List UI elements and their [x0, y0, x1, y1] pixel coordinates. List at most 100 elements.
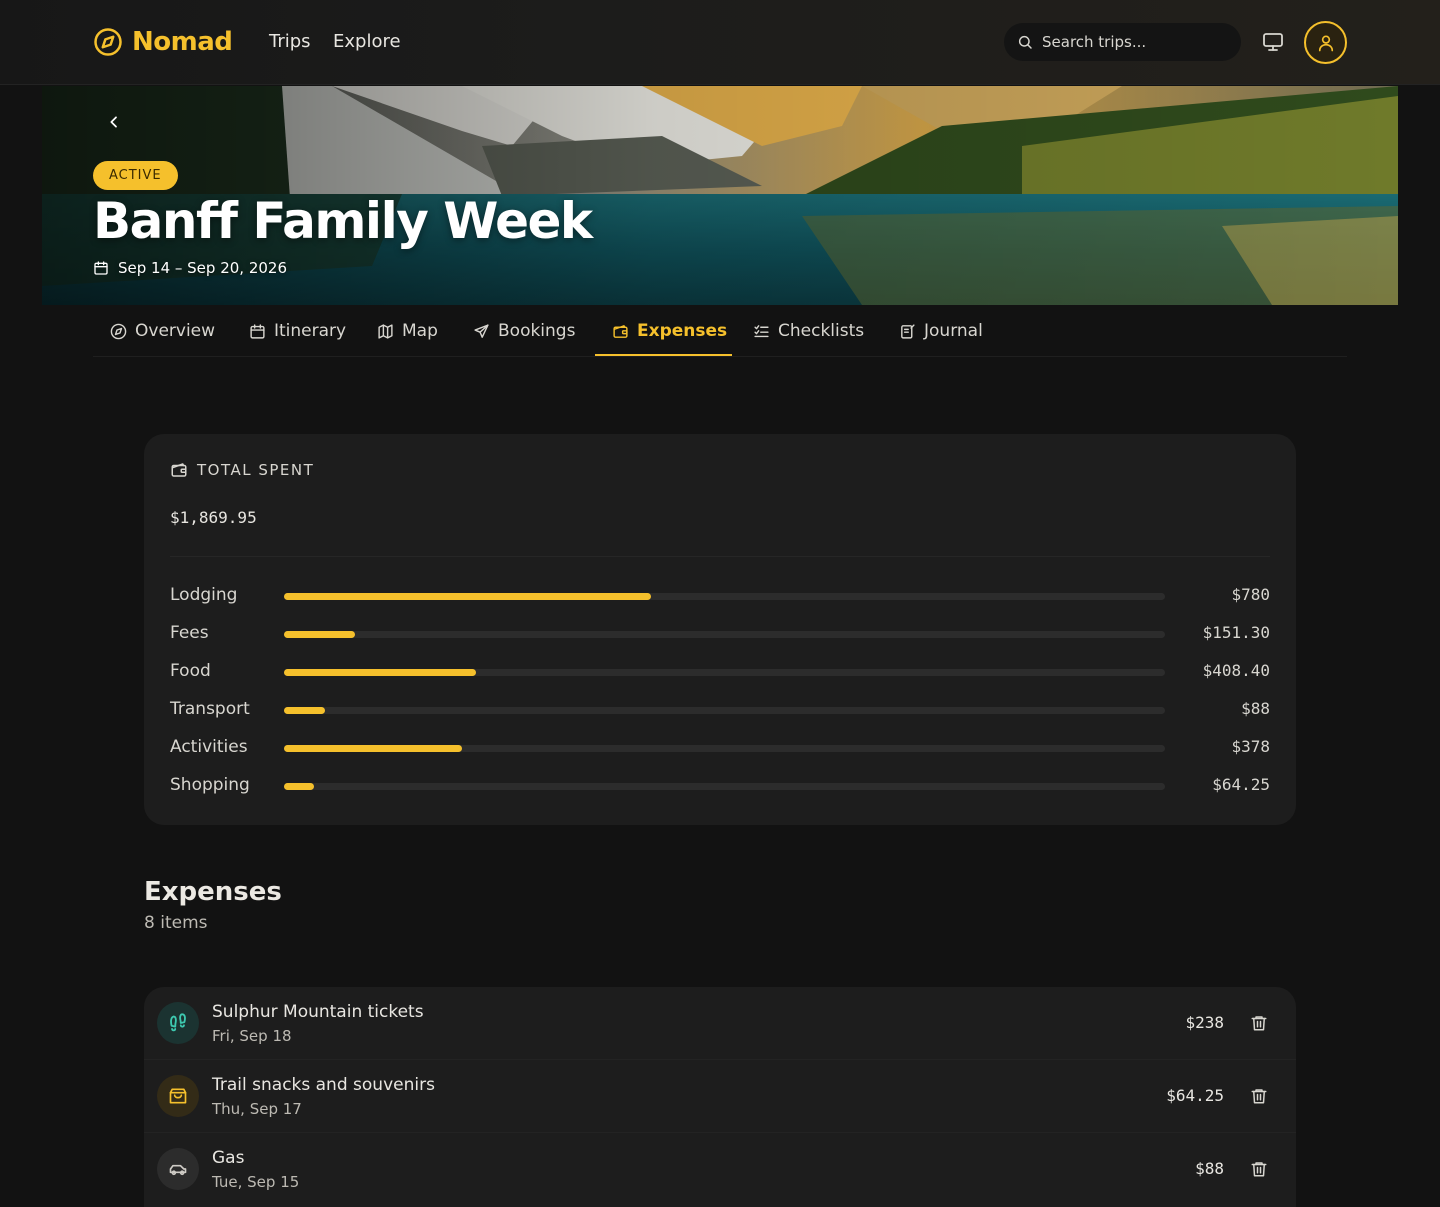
expenses-section-title: Expenses — [144, 877, 282, 907]
expense-amount: $64.25 — [1166, 1086, 1224, 1105]
category-bar-track — [284, 745, 1165, 752]
tab-label: Map — [402, 321, 438, 341]
category-name: Fees — [170, 623, 209, 643]
trash-icon — [1251, 1016, 1267, 1031]
trash-icon — [1251, 1162, 1267, 1177]
nav-link-trips[interactable]: Trips — [269, 31, 311, 52]
category-bar-fill — [284, 631, 356, 638]
trip-tabs: Overview Itinerary Map Bookings Expenses… — [93, 305, 1347, 357]
total-spent-label: TOTAL SPENT — [197, 461, 315, 479]
tab-journal[interactable]: Journal — [899, 305, 983, 357]
tab-label: Journal — [924, 321, 983, 341]
category-bar-fill — [284, 707, 326, 714]
expense-row[interactable]: Sulphur Mountain tickets Fri, Sep 18 $23… — [144, 987, 1296, 1060]
expense-name: Trail snacks and souvenirs — [212, 1075, 435, 1095]
category-bar-track — [284, 593, 1165, 600]
search-icon — [1018, 35, 1032, 49]
category-row-lodging: Lodging $780 — [170, 584, 1270, 608]
display-mode-button[interactable] — [1261, 31, 1285, 53]
expense-row[interactable]: Trail snacks and souvenirs Thu, Sep 17 $… — [144, 1060, 1296, 1133]
category-name: Lodging — [170, 585, 238, 605]
map-icon — [378, 323, 393, 339]
expense-row[interactable]: Gas Tue, Sep 15 $88 — [144, 1133, 1296, 1206]
tab-checklists[interactable]: Checklists — [753, 305, 864, 357]
journal-icon — [901, 323, 915, 339]
category-row-transport: Transport $88 — [170, 698, 1270, 722]
total-spent-card: TOTAL SPENT $1,869.95 Lodging $780 Fees … — [144, 434, 1296, 825]
tab-map[interactable]: Map — [377, 305, 438, 357]
category-amount: $408.40 — [1202, 661, 1270, 680]
expense-category-icon — [157, 1002, 199, 1044]
category-amount: $378 — [1231, 737, 1270, 756]
category-bar-fill — [284, 745, 463, 752]
tab-label: Expenses — [637, 321, 728, 341]
category-amount: $780 — [1231, 585, 1270, 604]
active-tab-indicator — [595, 354, 732, 356]
checklist-icon — [754, 324, 769, 337]
calendar-icon — [250, 323, 265, 339]
user-icon — [1318, 35, 1333, 51]
expense-name: Gas — [212, 1148, 245, 1168]
top-bar: Nomad Trips Explore — [0, 0, 1440, 85]
expenses-count: 8 items — [144, 913, 208, 933]
category-row-food: Food $408.40 — [170, 660, 1270, 684]
expense-category-icon — [157, 1075, 199, 1117]
trip-status-badge: ACTIVE — [93, 161, 178, 190]
nav-link-explore[interactable]: Explore — [333, 31, 401, 52]
compass-icon — [94, 28, 122, 56]
tab-overview[interactable]: Overview — [110, 305, 215, 357]
expense-amount: $238 — [1185, 1013, 1224, 1032]
total-spent-amount: $1,869.95 — [170, 508, 257, 527]
category-name: Shopping — [170, 775, 250, 795]
delete-expense-button[interactable] — [1250, 1159, 1268, 1179]
wallet-icon — [613, 324, 628, 338]
wallet-icon — [171, 463, 187, 477]
category-bar-fill — [284, 783, 315, 790]
delete-expense-button[interactable] — [1250, 1013, 1268, 1033]
trip-hero-banner: ACTIVE Banff Family Week Sep 14 – Sep 20… — [42, 86, 1398, 305]
expenses-list: Sulphur Mountain tickets Fri, Sep 18 $23… — [144, 987, 1296, 1207]
search-input[interactable] — [1042, 33, 1222, 51]
search-box[interactable] — [1004, 23, 1241, 61]
shopping-bag-icon — [169, 1088, 187, 1104]
category-amount: $88 — [1241, 699, 1270, 718]
expense-date: Tue, Sep 15 — [212, 1173, 300, 1191]
footprints-icon — [170, 1013, 186, 1032]
compass-icon — [110, 323, 127, 339]
delete-expense-button[interactable] — [1250, 1086, 1268, 1106]
category-amount: $151.30 — [1202, 623, 1270, 642]
category-bar-fill — [284, 669, 477, 676]
category-row-fees: Fees $151.30 — [170, 622, 1270, 646]
trip-title: Banff Family Week — [93, 192, 593, 250]
plane-icon — [474, 323, 489, 338]
expense-amount: $88 — [1195, 1159, 1224, 1178]
monitor-icon — [1263, 33, 1283, 51]
trip-date-range: Sep 14 – Sep 20, 2026 — [93, 259, 287, 277]
tab-itinerary[interactable]: Itinerary — [249, 305, 346, 357]
tab-label: Checklists — [778, 321, 865, 341]
brand-logo[interactable]: Nomad — [93, 27, 233, 57]
expense-date: Fri, Sep 18 — [212, 1027, 292, 1045]
back-button[interactable] — [94, 102, 134, 142]
expense-date: Thu, Sep 17 — [212, 1100, 302, 1118]
category-bar-track — [284, 669, 1165, 676]
tab-expenses[interactable]: Expenses — [612, 305, 727, 357]
user-avatar-button[interactable] — [1304, 21, 1347, 64]
expense-name: Sulphur Mountain tickets — [212, 1002, 424, 1022]
tab-bookings[interactable]: Bookings — [473, 305, 575, 357]
category-row-shopping: Shopping $64.25 — [170, 774, 1270, 798]
tab-label: Itinerary — [274, 321, 347, 341]
category-bar-fill — [284, 593, 652, 600]
tab-label: Bookings — [498, 321, 576, 341]
category-name: Food — [170, 661, 211, 681]
category-bar-track — [284, 707, 1165, 714]
divider — [170, 556, 1270, 557]
category-row-activities: Activities $378 — [170, 736, 1270, 760]
expense-category-icon — [157, 1148, 199, 1190]
trip-dates-text: Sep 14 – Sep 20, 2026 — [118, 259, 287, 277]
category-amount: $64.25 — [1212, 775, 1270, 794]
calendar-icon — [94, 261, 108, 275]
category-bar-track — [284, 631, 1165, 638]
total-spent-header: TOTAL SPENT — [170, 461, 314, 479]
chevron-left-icon — [110, 116, 117, 128]
